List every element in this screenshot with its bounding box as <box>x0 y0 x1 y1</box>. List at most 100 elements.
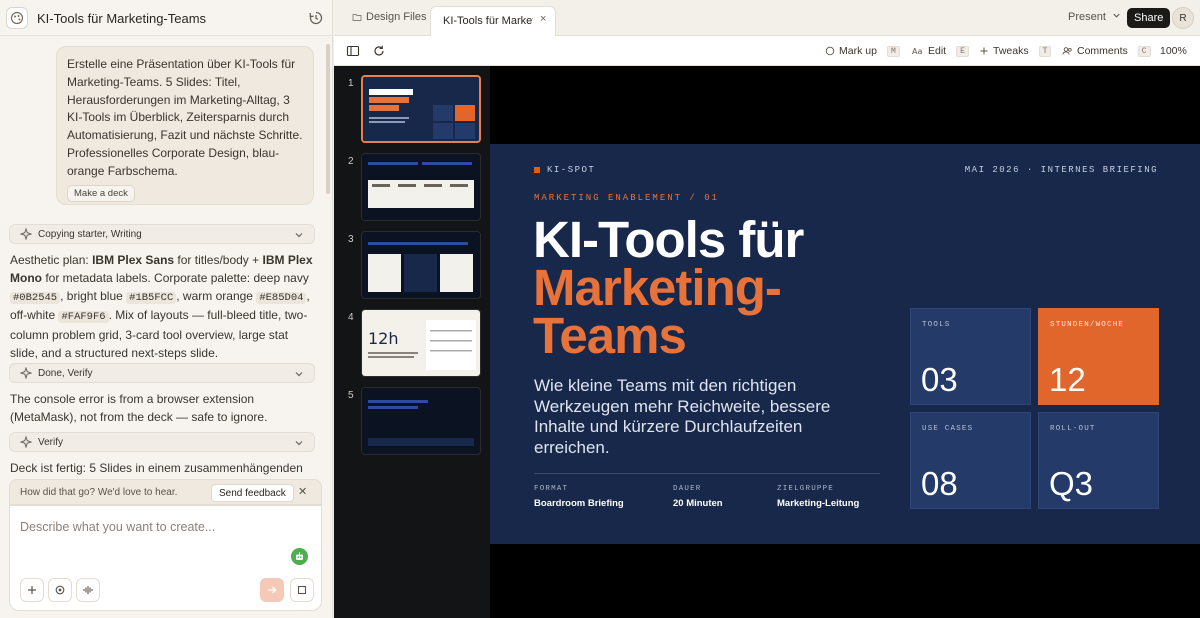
slide-title: KI-Tools für Marketing- Teams <box>533 211 913 364</box>
user-message: Erstelle eine Präsentation über KI-Tools… <box>56 46 314 205</box>
text-fragment: for metadata labels. Corporate palette: … <box>42 270 309 285</box>
text-fragment: for titles/body + <box>174 253 263 267</box>
brand-text: KI-SPOT <box>547 165 596 175</box>
tool-step-2[interactable]: Done, Verify <box>9 363 315 383</box>
text-fragment: , warm orange <box>176 288 257 303</box>
edit-shortcut: E <box>956 45 969 57</box>
title-line: KI-Tools für <box>533 211 804 268</box>
reload-icon[interactable] <box>372 44 386 58</box>
chat-log[interactable]: Erstelle eine Präsentation über KI-Tools… <box>0 36 333 476</box>
close-icon[interactable]: ✕ <box>298 485 307 498</box>
tweaks-button[interactable]: Tweaks T <box>979 45 1052 57</box>
stat-value: 12 <box>1049 361 1086 398</box>
markup-button[interactable]: Mark up M <box>825 45 900 57</box>
slide-thumbnails: 1 2 3 4 12h 5 <box>334 66 490 618</box>
text-fragment: Aesthetic plan: <box>10 253 93 267</box>
stop-icon <box>297 585 307 595</box>
composer <box>9 505 322 611</box>
tool-step-label: Verify <box>38 436 64 448</box>
tool-step-label: Done, Verify <box>38 367 93 379</box>
tool-step-3[interactable]: Verify <box>9 432 315 452</box>
chat-panel: KI-Tools für Marketing-Teams Erstelle ei… <box>0 0 333 618</box>
thumb-number: 1 <box>348 78 354 89</box>
send-button[interactable] <box>260 578 284 602</box>
editor-toolbar: Mark up M Aa Edit E Tweaks T Comments C 100% <box>334 36 1200 66</box>
font-name: IBM Plex Sans <box>92 253 175 267</box>
color-code: #1B5FCC <box>126 291 177 304</box>
slide-thumbnail-1[interactable] <box>361 75 481 143</box>
slide-stage[interactable]: KI-SPOT MAI 2026 · INTERNES BRIEFING MAR… <box>490 66 1200 618</box>
add-attachment-button[interactable] <box>20 578 44 602</box>
stat-label: TOOLS <box>922 321 951 329</box>
tab-design-files[interactable]: Design Files <box>352 11 427 23</box>
meta-label: FORMAT <box>534 485 569 493</box>
target-icon <box>55 585 65 595</box>
brand-mark-icon <box>534 167 540 173</box>
final-message: Deck ist fertig: 5 Slides in einem zusam… <box>10 461 303 475</box>
tool-step-1[interactable]: Copying starter, Writing <box>9 224 315 244</box>
avatar[interactable]: R <box>1172 7 1194 29</box>
chat-scrollbar[interactable] <box>326 44 330 194</box>
svg-text:12h: 12h <box>368 329 399 348</box>
tool-step-label: Copying starter, Writing <box>38 228 142 240</box>
console-note-message: The console error is from a browser exte… <box>10 392 268 424</box>
send-arrow-icon <box>268 586 277 594</box>
stat-card-hours: STUNDEN/WOCHE 12 <box>1038 308 1159 405</box>
chat-history-icon[interactable] <box>308 10 324 26</box>
edit-label: Edit <box>928 45 947 57</box>
text-fragment: , bright blue <box>60 288 127 303</box>
users-icon <box>1062 47 1072 55</box>
plus-icon <box>28 586 36 594</box>
stat-card-tools: TOOLS 03 <box>910 308 1031 405</box>
tab-active-deck[interactable]: KI-Tools für Marketing-Teams × <box>430 6 556 36</box>
settings-button[interactable] <box>48 578 72 602</box>
stat-value: Q3 <box>1049 465 1094 502</box>
eyebrow: MARKETING ENABLEMENT / 01 <box>534 193 720 203</box>
prompt-input[interactable] <box>20 520 310 534</box>
slide-thumbnail-4[interactable]: 12h <box>361 309 481 377</box>
text-edit-icon: Aa <box>912 47 922 56</box>
chevron-down-icon <box>295 441 303 446</box>
comments-button[interactable]: Comments C <box>1062 45 1151 57</box>
stat-label: USE CASES <box>922 425 974 433</box>
edit-button[interactable]: Aa Edit E <box>912 45 969 57</box>
sidebar-toggle-icon[interactable] <box>346 44 360 58</box>
present-dropdown[interactable]: Present <box>1068 11 1121 23</box>
slide-thumbnail-2[interactable] <box>361 153 481 221</box>
thumb-number: 5 <box>348 390 354 401</box>
slide-thumbnail-5[interactable] <box>361 387 481 455</box>
slide-thumbnail-3[interactable] <box>361 231 481 299</box>
stat-value: 08 <box>921 465 958 502</box>
thumb-number: 3 <box>348 234 354 245</box>
tweaks-shortcut: T <box>1038 45 1052 57</box>
stat-label: STUNDEN/WOCHE <box>1050 321 1125 329</box>
stop-button[interactable] <box>290 578 314 602</box>
present-label: Present <box>1068 11 1106 23</box>
robot-icon[interactable] <box>291 548 308 565</box>
color-code: #0B2545 <box>10 291 61 304</box>
chevron-down-icon <box>1113 13 1120 18</box>
zoom-level[interactable]: 100% <box>1160 45 1187 57</box>
palette-logo-icon[interactable] <box>6 7 28 29</box>
aesthetic-plan-message: Aesthetic plan: IBM Plex Sans for titles… <box>10 252 315 363</box>
project-title: KI-Tools für Marketing-Teams <box>37 11 207 26</box>
tab-close-icon[interactable]: × <box>540 13 546 25</box>
sparkle-icon <box>20 367 32 379</box>
thumbnail-preview <box>362 232 480 298</box>
date-line: MAI 2026 · INTERNES BRIEFING <box>964 165 1158 175</box>
send-feedback-button[interactable]: Send feedback <box>211 484 294 502</box>
title-accent: Teams <box>533 307 687 364</box>
tab-bar: Design Files KI-Tools für Marketing-Team… <box>334 0 1200 36</box>
sparkle-icon <box>20 228 32 240</box>
stat-value: 03 <box>921 361 958 398</box>
color-code: #FAF9F6 <box>58 311 109 324</box>
share-button[interactable]: Share <box>1127 8 1171 28</box>
stat-card-rollout: ROLL-OUT Q3 <box>1038 412 1159 509</box>
slide-subtitle: Wie kleine Teams mit den richtigen Werkz… <box>534 376 831 457</box>
stat-label: ROLL-OUT <box>1050 425 1096 433</box>
make-deck-chip[interactable]: Make a deck <box>67 185 135 202</box>
slide-canvas[interactable]: KI-SPOT MAI 2026 · INTERNES BRIEFING MAR… <box>490 144 1200 544</box>
chevron-down-icon <box>295 372 303 377</box>
meta-value: Marketing-Leitung <box>777 498 860 509</box>
voice-input-button[interactable] <box>76 578 100 602</box>
